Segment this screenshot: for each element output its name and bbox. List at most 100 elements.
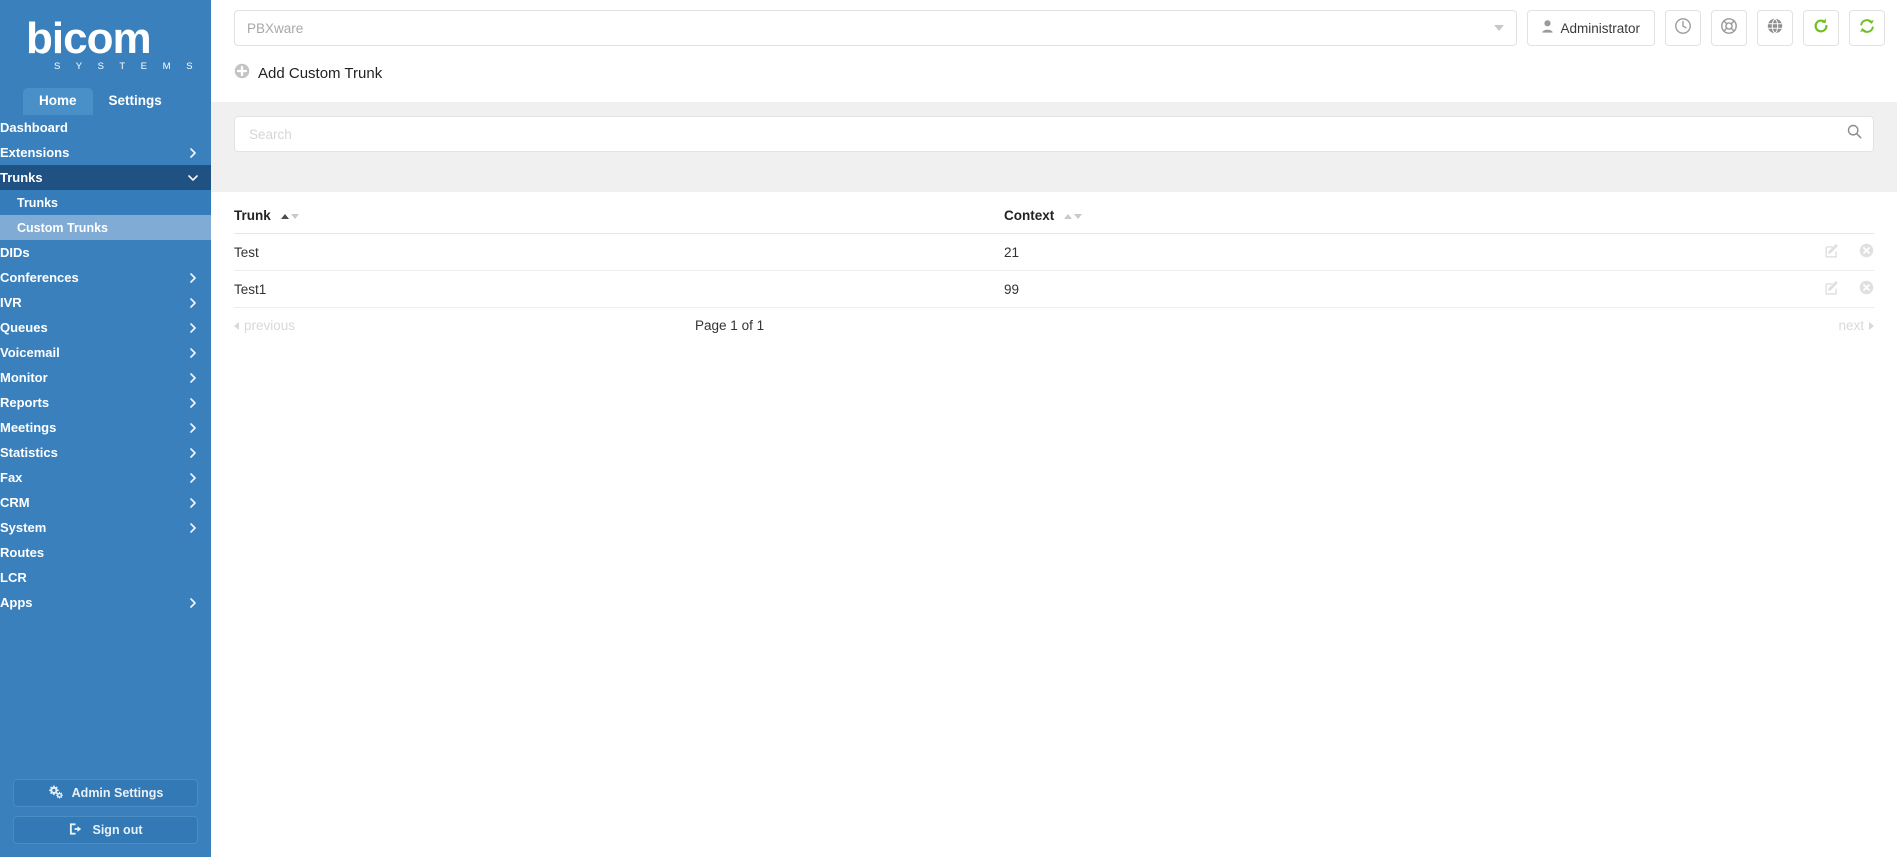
sidebar-item-meetings[interactable]: Meetings xyxy=(0,415,211,440)
edit-button[interactable] xyxy=(1806,233,1840,271)
sidebar-item-label: Extensions xyxy=(0,145,70,160)
chevron-right-icon xyxy=(188,497,198,508)
chevron-right-icon xyxy=(188,422,198,433)
sidebar-item-dashboard[interactable]: Dashboard xyxy=(0,115,211,140)
caret-up-icon xyxy=(280,213,289,219)
sign-out-button[interactable]: Sign out xyxy=(13,816,198,844)
sidebar-item-reports[interactable]: Reports xyxy=(0,390,211,415)
sidebar-item-ivr[interactable]: IVR xyxy=(0,290,211,315)
next-page-button[interactable]: next xyxy=(1838,318,1874,333)
clock-button[interactable] xyxy=(1665,10,1701,46)
search-button[interactable] xyxy=(1835,117,1873,151)
user-menu-button[interactable]: Administrator xyxy=(1527,10,1655,46)
next-page-label: next xyxy=(1838,318,1864,333)
edit-button[interactable] xyxy=(1806,270,1840,308)
sidebar-item-dids[interactable]: DIDs xyxy=(0,240,211,265)
table-row[interactable]: Test 21 xyxy=(234,233,1874,271)
circle-plus-icon[interactable] xyxy=(234,63,250,83)
page-header: Add Custom Trunk xyxy=(211,56,1897,90)
sidebar-item-label: Custom Trunks xyxy=(17,220,108,235)
edit-icon xyxy=(1825,280,1840,298)
sidebar-item-apps[interactable]: Apps xyxy=(0,590,211,615)
chevron-right-icon xyxy=(188,447,198,458)
sidebar-item-label: LCR xyxy=(0,570,27,585)
page-title: Add Custom Trunk xyxy=(258,64,383,82)
sync-icon xyxy=(1858,17,1876,40)
sidebar-item-label: Apps xyxy=(0,595,33,610)
sidebar-item-label: DIDs xyxy=(0,245,30,260)
edit-icon xyxy=(1825,243,1840,261)
main-area: PBXware Administrator Add Custom Trunk S… xyxy=(211,0,1897,857)
sidebar: bicom S Y S T E M S Home Settings Dashbo… xyxy=(0,0,211,857)
globe-button[interactable] xyxy=(1757,10,1793,46)
sidebar-item-label: Voicemail xyxy=(0,345,60,360)
chevron-right-icon xyxy=(188,522,198,533)
chevron-right-icon xyxy=(188,147,198,158)
delete-button[interactable] xyxy=(1840,270,1874,308)
cell-context: 21 xyxy=(1004,233,1806,271)
search-input[interactable] xyxy=(234,116,1874,152)
sidebar-item-extensions[interactable]: Extensions xyxy=(0,140,211,165)
chevron-right-icon xyxy=(188,597,198,608)
sidebar-tabs: Home Settings xyxy=(0,88,211,115)
delete-icon xyxy=(1859,243,1874,261)
table-header-row: Trunk Context xyxy=(234,192,1874,234)
admin-settings-button[interactable]: Admin Settings xyxy=(13,779,198,807)
sidebar-item-fax[interactable]: Fax xyxy=(0,465,211,490)
column-header-context[interactable]: Context xyxy=(1004,192,1806,234)
sidebar-item-queues[interactable]: Queues xyxy=(0,315,211,340)
sync-button[interactable] xyxy=(1849,10,1885,46)
previous-page-button[interactable]: previous xyxy=(234,318,295,333)
sidebar-item-trunks-sub[interactable]: Trunks xyxy=(0,190,211,215)
caret-left-icon xyxy=(234,321,239,330)
life-ring-icon xyxy=(1720,17,1738,40)
brand-logo[interactable]: bicom S Y S T E M S xyxy=(0,0,211,88)
sidebar-item-label: System xyxy=(0,520,47,535)
sort-indicator-trunk[interactable] xyxy=(280,213,299,219)
trunks-table-wrap: Trunk Context Test 21 Test1 99 xyxy=(211,192,1897,308)
help-button[interactable] xyxy=(1711,10,1747,46)
tab-settings[interactable]: Settings xyxy=(93,88,178,115)
chevron-right-icon xyxy=(188,397,198,408)
table-row[interactable]: Test1 99 xyxy=(234,270,1874,308)
chevron-right-icon xyxy=(188,372,198,383)
search-panel xyxy=(211,102,1897,192)
sidebar-item-lcr[interactable]: LCR xyxy=(0,565,211,590)
server-select[interactable]: PBXware xyxy=(234,10,1518,46)
caret-right-icon xyxy=(1869,321,1874,330)
chevron-right-icon xyxy=(188,472,198,483)
sidebar-item-label: CRM xyxy=(0,495,30,510)
sidebar-item-routes[interactable]: Routes xyxy=(0,540,211,565)
server-select-value: PBXware xyxy=(247,20,304,36)
sidebar-item-conferences[interactable]: Conferences xyxy=(0,265,211,290)
previous-page-label: previous xyxy=(244,318,296,333)
gears-icon xyxy=(48,785,63,802)
sidebar-item-label: IVR xyxy=(0,295,22,310)
sidebar-item-voicemail[interactable]: Voicemail xyxy=(0,340,211,365)
tab-home[interactable]: Home xyxy=(23,88,93,115)
delete-icon xyxy=(1859,280,1874,298)
caret-up-icon xyxy=(1064,213,1073,219)
chevron-right-icon xyxy=(188,347,198,358)
sidebar-item-system[interactable]: System xyxy=(0,515,211,540)
sidebar-item-trunks[interactable]: Trunks xyxy=(0,165,211,190)
sort-indicator-context[interactable] xyxy=(1064,213,1083,219)
column-header-trunk[interactable]: Trunk xyxy=(234,192,1004,234)
sidebar-item-custom-trunks[interactable]: Custom Trunks xyxy=(0,215,211,240)
user-icon xyxy=(1542,20,1554,36)
user-label: Administrator xyxy=(1560,20,1640,36)
caret-down-icon xyxy=(1074,213,1083,219)
sidebar-item-monitor[interactable]: Monitor xyxy=(0,365,211,390)
sign-out-icon xyxy=(69,822,84,839)
sidebar-item-label: Meetings xyxy=(0,420,57,435)
chevron-down-icon xyxy=(188,173,198,183)
delete-button[interactable] xyxy=(1840,233,1874,271)
sidebar-item-statistics[interactable]: Statistics xyxy=(0,440,211,465)
admin-settings-label: Admin Settings xyxy=(71,786,164,800)
sidebar-menu: Dashboard Extensions Trunks Trunks Custo… xyxy=(0,115,211,770)
refresh-button[interactable] xyxy=(1803,10,1839,46)
search-icon xyxy=(1847,124,1862,144)
sidebar-item-label: Conferences xyxy=(0,270,79,285)
chevron-right-icon xyxy=(188,272,198,283)
sidebar-item-crm[interactable]: CRM xyxy=(0,490,211,515)
